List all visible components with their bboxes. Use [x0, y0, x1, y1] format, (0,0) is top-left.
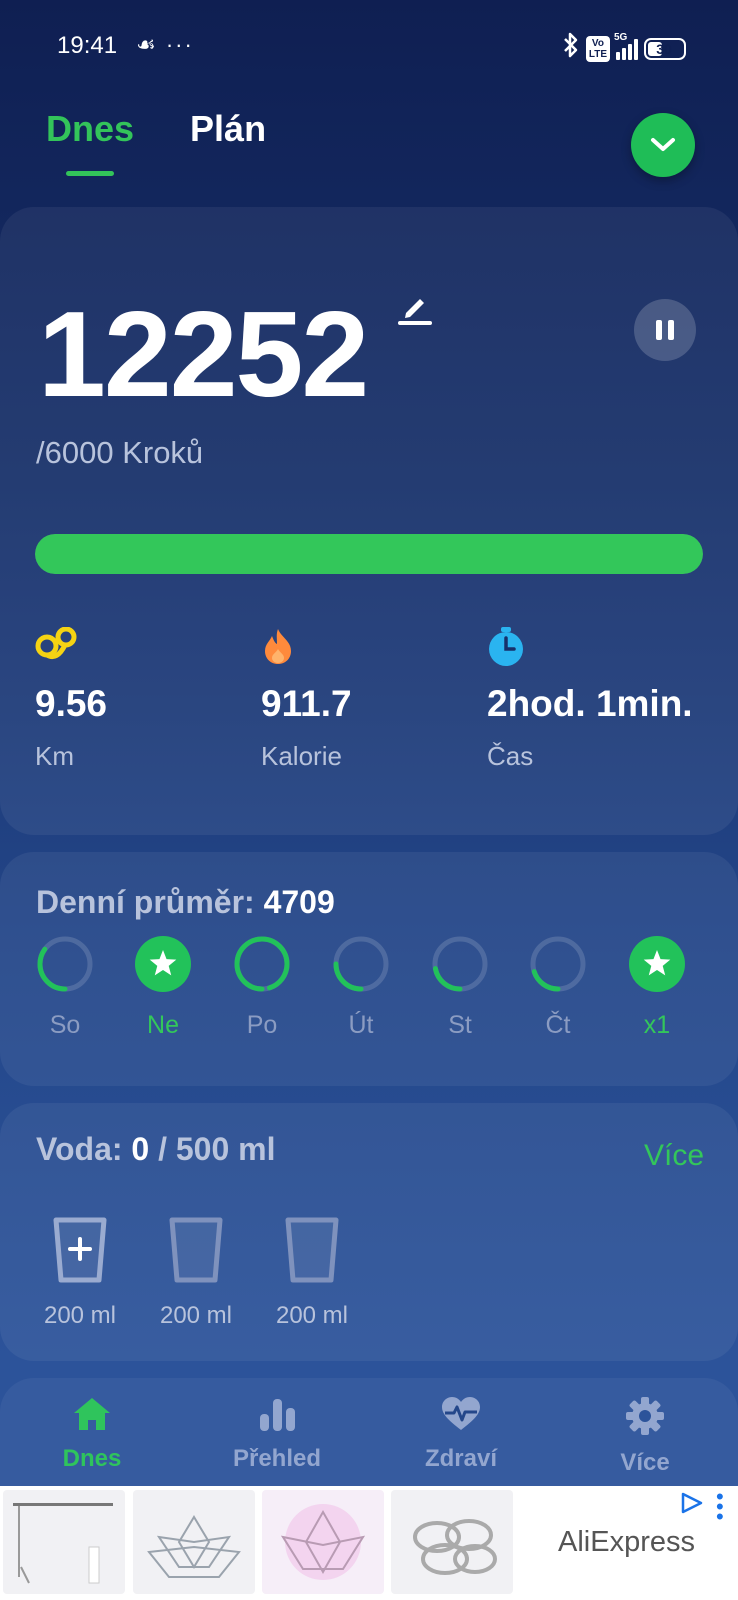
- nav-today-label: Dnes: [62, 1445, 122, 1472]
- nav-today[interactable]: Dnes: [17, 1396, 167, 1473]
- water-cup: 200 ml: [265, 1217, 359, 1330]
- flame-icon: [261, 627, 352, 669]
- dropdown-button[interactable]: [631, 113, 695, 177]
- daily-average-card[interactable]: Denní průměr: 4709 So Ne Po Út St Čt x1: [0, 852, 738, 1086]
- day-4[interactable]: St: [425, 934, 495, 1040]
- status-time: 19:41: [57, 32, 118, 59]
- stopwatch-icon: [487, 627, 693, 669]
- nav-health-label: Zdraví: [424, 1445, 498, 1472]
- bluetooth-icon: [562, 32, 580, 65]
- day-label: Čt: [545, 1011, 571, 1039]
- progress-ring: [234, 936, 290, 992]
- cup-icon: [169, 1217, 223, 1283]
- cup-label: 200 ml: [43, 1302, 117, 1329]
- status-bar: 19:41 ☙ ··· Vo LTE 5G 30: [0, 0, 738, 96]
- ad-brand: AliExpress: [558, 1526, 695, 1558]
- water-title: Voda: 0 / 500 ml: [36, 1131, 276, 1167]
- daily-average-title: Denní průměr: 4709: [36, 884, 335, 920]
- notification-icons: ☙ ···: [136, 32, 194, 57]
- progress-ring: [432, 936, 488, 992]
- day-6[interactable]: x1: [622, 934, 692, 1040]
- water-goal: / 500 ml: [149, 1131, 276, 1167]
- cup-plus-icon: [53, 1217, 107, 1283]
- nav-more-label: Více: [620, 1449, 670, 1476]
- nav-more[interactable]: Více: [570, 1396, 720, 1477]
- metric-time: 2hod. 1min. Čas: [487, 627, 693, 772]
- nav-health[interactable]: Zdraví: [386, 1396, 536, 1473]
- bottom-nav: Dnes Přehled Zdraví Více: [0, 1378, 738, 1486]
- daily-average-value: 4709: [263, 884, 335, 920]
- distance-label: Km: [35, 741, 74, 771]
- water-cup: 200 ml: [149, 1217, 243, 1330]
- ad-image[interactable]: [391, 1490, 513, 1594]
- gear-icon: [626, 1397, 664, 1435]
- nav-overview[interactable]: Přehled: [202, 1396, 352, 1473]
- water-cup-add[interactable]: 200 ml: [33, 1217, 127, 1330]
- time-value: 2hod. 1min.: [487, 683, 693, 724]
- bar-chart-icon: [260, 1399, 295, 1431]
- ad-image[interactable]: [262, 1490, 384, 1594]
- metric-calories: 911.7 Kalorie: [261, 627, 352, 772]
- cup-label: 200 ml: [159, 1302, 233, 1329]
- day-label: St: [448, 1011, 472, 1039]
- day-label: x1: [643, 1011, 671, 1039]
- day-3[interactable]: Út: [326, 934, 396, 1040]
- day-2[interactable]: Po: [227, 934, 297, 1040]
- status-icons: Vo LTE 5G 30: [562, 32, 686, 65]
- step-progress-bar: [35, 534, 703, 574]
- signal-icon: 5G: [614, 32, 638, 60]
- nav-overview-label: Přehled: [232, 1445, 322, 1472]
- distance-icon: [35, 626, 107, 669]
- pause-icon: [656, 320, 662, 340]
- ad-image[interactable]: [133, 1490, 255, 1594]
- day-label: Út: [348, 1011, 374, 1039]
- step-count: 12252: [38, 286, 369, 422]
- distance-value: 9.56: [35, 683, 108, 724]
- progress-ring: [37, 936, 93, 992]
- day-label: So: [49, 1011, 81, 1039]
- ad-menu-icon[interactable]: • • •: [716, 1486, 724, 1528]
- top-tabs: Dnes Plán: [46, 108, 266, 176]
- ad-choices-icon[interactable]: [680, 1492, 704, 1519]
- day-label: Po: [246, 1011, 278, 1039]
- day-0[interactable]: So: [30, 934, 100, 1040]
- water-more-link[interactable]: Více: [644, 1139, 704, 1173]
- ad-image[interactable]: [3, 1490, 125, 1594]
- step-goal: /6000 Kroků: [36, 435, 204, 470]
- steps-card: 12252 /6000 Kroků 9.56 Km 911.7 Kalorie …: [0, 207, 738, 835]
- home-icon: [74, 1398, 110, 1430]
- time-label: Čas: [487, 741, 534, 771]
- star-icon: [135, 936, 191, 992]
- day-1[interactable]: Ne: [128, 934, 198, 1040]
- star-icon: [629, 936, 685, 992]
- edit-icon[interactable]: [398, 291, 432, 330]
- pause-button[interactable]: [634, 299, 696, 361]
- calories-label: Kalorie: [261, 741, 342, 771]
- heart-pulse-icon: [442, 1397, 480, 1430]
- calories-value: 911.7: [261, 683, 352, 724]
- water-card: Voda: 0 / 500 ml Více 200 ml 200 ml 200 …: [0, 1103, 738, 1361]
- ad-banner[interactable]: AliExpress • • •: [0, 1486, 738, 1600]
- volte-icon: Vo LTE: [585, 35, 610, 62]
- progress-ring: [333, 936, 389, 992]
- progress-ring: [530, 936, 586, 992]
- step-progress-fill: [35, 534, 703, 574]
- tab-today[interactable]: Dnes: [46, 108, 134, 176]
- cup-icon: [285, 1217, 339, 1283]
- day-label: Ne: [147, 1011, 179, 1039]
- water-value: 0: [131, 1131, 150, 1167]
- chevron-down-icon: [651, 138, 675, 151]
- day-5[interactable]: Čt: [523, 934, 593, 1040]
- cup-label: 200 ml: [275, 1302, 349, 1329]
- tab-plan[interactable]: Plán: [190, 108, 266, 150]
- battery-icon: 30: [644, 37, 686, 60]
- metric-distance: 9.56 Km: [35, 626, 108, 772]
